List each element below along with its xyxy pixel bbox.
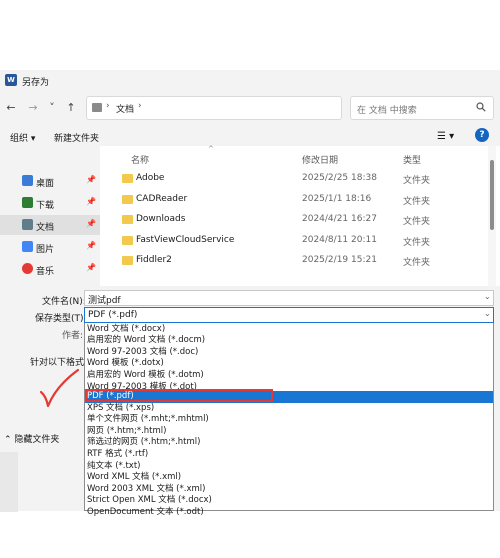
breadcrumb-documents[interactable]: 文档 [116, 102, 134, 115]
breadcrumb-separator[interactable]: › [138, 101, 142, 111]
pin-icon: 📌 [86, 263, 96, 272]
file-date: 2025/2/19 15:21 [302, 255, 377, 265]
author-label: 作者: [62, 331, 84, 341]
filetype-option[interactable]: Word 文档 (*.docx) [85, 324, 493, 336]
folder-icon [122, 195, 133, 204]
chevron-down-icon[interactable]: ⌄ [484, 292, 491, 301]
sidebar-item-downloads[interactable]: 下载 📌 [0, 193, 100, 213]
up-folder-icon[interactable]: ↑ [63, 100, 79, 116]
file-date: 2025/2/25 18:38 [302, 173, 377, 183]
chevron-down-icon[interactable]: ⌄ [484, 309, 491, 318]
sidebar-item-label: 文档 [36, 223, 55, 233]
file-type: 文件夹 [403, 176, 431, 186]
search-placeholder: 在 文档 中搜索 [357, 106, 417, 116]
file-row[interactable]: CADReader 2025/1/1 18:16 文件夹 [100, 189, 488, 210]
filetype-option[interactable]: Word 模板 (*.dotx) [85, 358, 493, 370]
folder-icon [122, 215, 133, 224]
organize-button[interactable]: 组织 ▾ [10, 131, 35, 144]
scrollbar-thumb[interactable] [490, 160, 494, 230]
recent-dropdown-icon[interactable]: ˅ [44, 100, 60, 116]
file-type: 文件夹 [403, 197, 431, 207]
sort-up-icon: ^ [208, 145, 214, 153]
sidebar-item-label: 下载 [36, 201, 55, 211]
sidebar-item-label: 桌面 [36, 179, 55, 189]
filetype-option[interactable]: Word XML 文档 (*.xml) [85, 472, 493, 484]
breadcrumb-separator[interactable]: › [106, 101, 110, 111]
filetype-option[interactable]: 单个文件网页 (*.mht;*.mhtml) [85, 414, 493, 426]
filetype-option[interactable]: 启用宏的 Word 文档 (*.docm) [85, 335, 493, 347]
sidebar-item-label: 图片 [36, 245, 55, 255]
pdf-option-highlight-box [85, 389, 273, 402]
document-preview-strip [0, 452, 18, 512]
pin-icon: 📌 [86, 241, 96, 250]
file-row[interactable]: Fiddler2 2025/2/19 15:21 文件夹 [100, 250, 488, 271]
file-type: 文件夹 [403, 238, 431, 248]
filetype-option[interactable]: Word 97-2003 文档 (*.doc) [85, 347, 493, 359]
filename-label: 文件名(N): [42, 297, 86, 307]
file-row[interactable]: Adobe 2025/2/25 18:38 文件夹 [100, 168, 488, 189]
folder-icon [92, 103, 102, 112]
filetype-option[interactable]: Word 2003 XML 文档 (*.xml) [85, 484, 493, 496]
new-folder-button[interactable]: 新建文件夹 [54, 131, 99, 144]
filetype-option[interactable]: Strict Open XML 文档 (*.docx) [85, 495, 493, 507]
file-date: 2025/1/1 18:16 [302, 194, 372, 204]
filetype-option[interactable]: 启用宏的 Word 模板 (*.dotm) [85, 370, 493, 382]
sidebar-item-pictures[interactable]: 图片 📌 [0, 237, 100, 257]
sidebar-item-label: 音乐 [36, 267, 55, 277]
column-header-type[interactable]: 类型 [403, 153, 421, 166]
pictures-icon [22, 241, 33, 252]
filetype-option[interactable]: 纯文本 (*.txt) [85, 461, 493, 473]
filetype-option[interactable]: 网页 (*.htm;*.html) [85, 426, 493, 438]
page-background [0, 520, 500, 558]
file-type: 文件夹 [403, 217, 431, 227]
file-name: FastViewCloudService [136, 235, 235, 245]
view-options-icon[interactable]: ☰ ▾ [437, 131, 454, 142]
folder-icon [122, 256, 133, 265]
file-type: 文件夹 [403, 258, 431, 268]
filetype-option[interactable]: XPS 文档 (*.xps) [85, 403, 493, 415]
filetype-select[interactable] [84, 307, 494, 323]
folder-icon [122, 236, 133, 245]
filetype-option[interactable]: RTF 格式 (*.rtf) [85, 449, 493, 461]
desktop-icon [22, 175, 33, 186]
file-date: 2024/8/11 20:11 [302, 235, 377, 245]
hide-folders-button[interactable]: ⌃ 隐藏文件夹 [4, 432, 59, 445]
pin-icon: 📌 [86, 219, 96, 228]
file-row[interactable]: Downloads 2024/4/21 16:27 文件夹 [100, 209, 488, 230]
file-name: Downloads [136, 214, 186, 224]
search-icon[interactable] [476, 102, 486, 112]
filetype-value[interactable]: PDF (*.pdf) [88, 310, 137, 320]
forward-icon[interactable]: → [25, 100, 41, 116]
sidebar-item-desktop[interactable]: 桌面 📌 [0, 171, 100, 191]
checkmark-annotation-icon [39, 368, 80, 408]
folder-icon [122, 174, 133, 183]
window-title: 另存为 [22, 78, 50, 88]
filetype-option[interactable]: 筛选过的网页 (*.htm;*.html) [85, 437, 493, 449]
document-icon [22, 219, 33, 230]
filetype-label: 保存类型(T): [35, 314, 87, 324]
filename-input[interactable] [84, 290, 494, 306]
column-header-name[interactable]: 名称 [131, 153, 149, 166]
file-name: Fiddler2 [136, 255, 172, 265]
pin-icon: 📌 [86, 175, 96, 184]
word-app-icon: W [5, 74, 17, 86]
file-name: Adobe [136, 173, 165, 183]
file-name: CADReader [136, 194, 188, 204]
filename-value[interactable]: 测试pdf [88, 293, 121, 306]
sidebar-item-documents[interactable]: 文档 📌 [0, 215, 100, 235]
title-bar [0, 70, 500, 92]
music-icon [22, 263, 33, 274]
help-icon[interactable]: ? [475, 128, 489, 142]
back-icon[interactable]: ← [3, 100, 19, 116]
pin-icon: 📌 [86, 197, 96, 206]
column-header-modified[interactable]: 修改日期 [302, 153, 338, 166]
download-icon [22, 197, 33, 208]
filetype-option[interactable]: OpenDocument 文本 (*.odt) [85, 507, 493, 519]
file-row[interactable]: FastViewCloudService 2024/8/11 20:11 文件夹 [100, 230, 488, 251]
file-date: 2024/4/21 16:27 [302, 214, 377, 224]
sidebar-item-music[interactable]: 音乐 📌 [0, 259, 100, 279]
